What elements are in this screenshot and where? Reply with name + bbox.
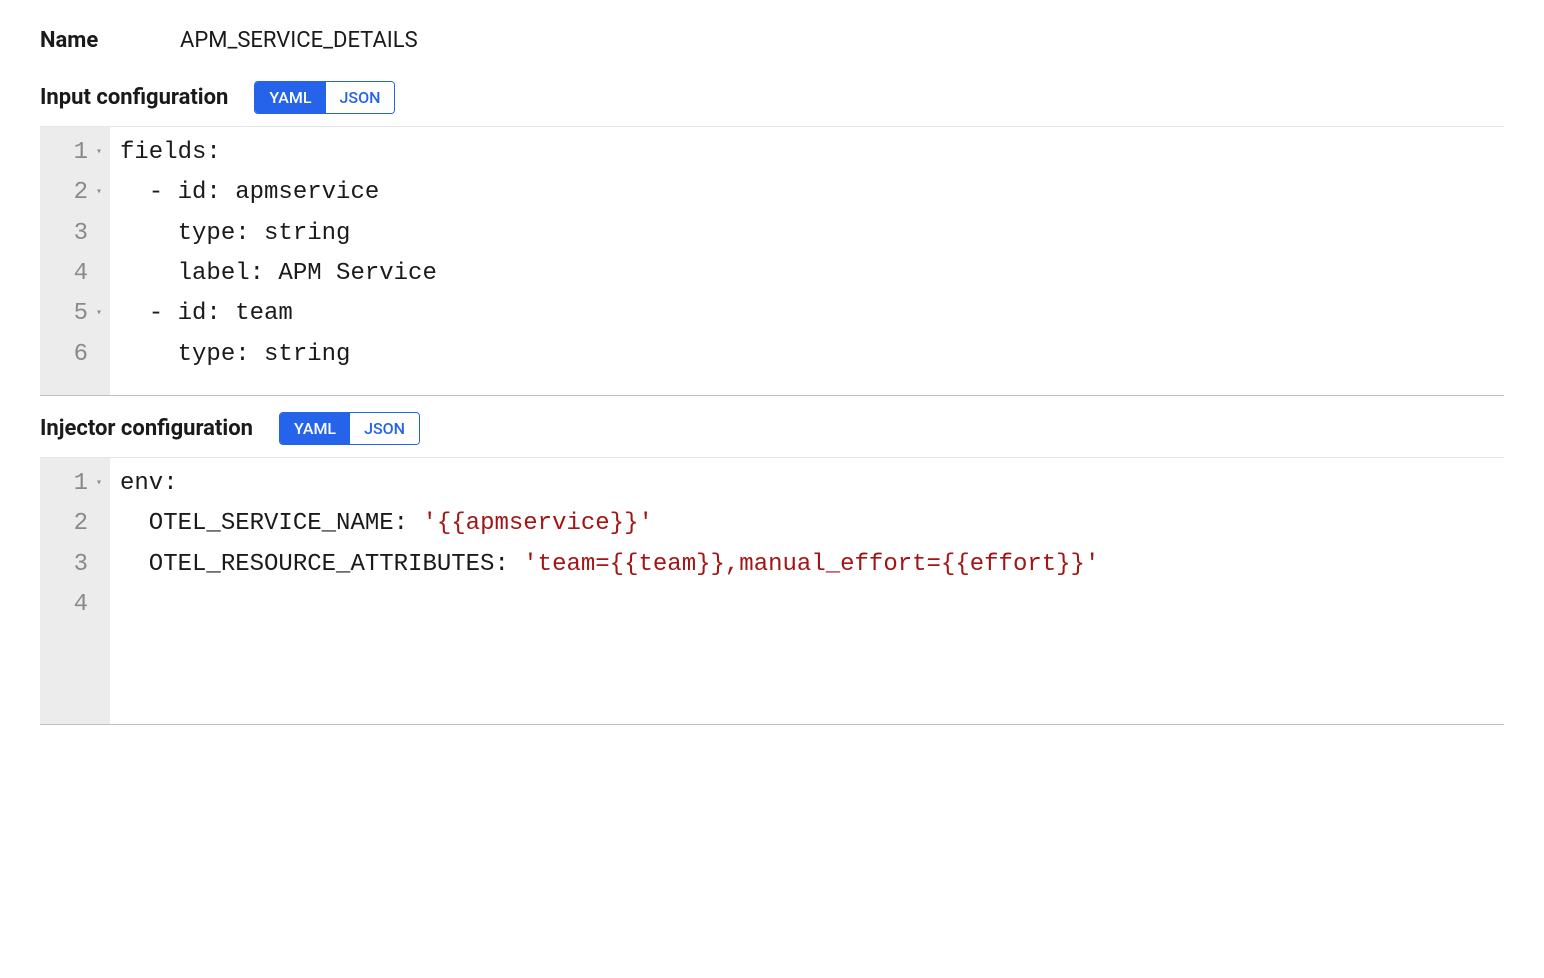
code-line: - id: team (120, 294, 1494, 334)
fold-icon[interactable]: ▾ (92, 185, 102, 202)
name-label: Name (40, 28, 180, 53)
injector-config-format-toggle: YAML JSON (279, 412, 420, 445)
code-line: fields: (120, 133, 1494, 173)
injector-config-code[interactable]: env: OTEL_SERVICE_NAME: '{{apmservice}}'… (110, 458, 1504, 724)
injector-config-gutter: 1▾234 (40, 458, 110, 724)
code-line: label: APM Service (120, 254, 1494, 294)
line-number: 5▾ (54, 294, 102, 334)
line-number: 4 (54, 585, 102, 625)
code-line: OTEL_RESOURCE_ATTRIBUTES: 'team={{team}}… (120, 545, 1494, 585)
name-row: Name APM_SERVICE_DETAILS (40, 28, 1504, 53)
input-config-gutter: 1▾2▾345▾6 (40, 127, 110, 395)
input-config-code[interactable]: fields: - id: apmservice type: string la… (110, 127, 1504, 395)
injector-config-editor[interactable]: 1▾234 env: OTEL_SERVICE_NAME: '{{apmserv… (40, 457, 1504, 725)
input-config-json-button[interactable]: JSON (326, 82, 395, 113)
name-value: APM_SERVICE_DETAILS (180, 28, 418, 53)
input-config-editor[interactable]: 1▾2▾345▾6 fields: - id: apmservice type:… (40, 126, 1504, 396)
code-line: env: (120, 464, 1494, 504)
code-line: type: string (120, 214, 1494, 254)
line-number: 2 (54, 504, 102, 544)
fold-icon[interactable]: ▾ (92, 476, 102, 493)
input-config-header: Input configuration YAML JSON (40, 81, 1504, 114)
code-line: - id: apmservice (120, 173, 1494, 213)
line-number: 2▾ (54, 173, 102, 213)
injector-config-label: Injector configuration (40, 416, 253, 441)
injector-config-header: Injector configuration YAML JSON (40, 412, 1504, 445)
fold-icon[interactable]: ▾ (92, 306, 102, 323)
input-config-format-toggle: YAML JSON (254, 81, 395, 114)
line-number: 3 (54, 545, 102, 585)
injector-config-yaml-button[interactable]: YAML (280, 413, 350, 444)
injector-config-json-button[interactable]: JSON (350, 413, 419, 444)
input-config-label: Input configuration (40, 85, 228, 110)
line-number: 6 (54, 335, 102, 375)
line-number: 1▾ (54, 464, 102, 504)
line-number: 4 (54, 254, 102, 294)
input-config-yaml-button[interactable]: YAML (255, 82, 325, 113)
fold-icon[interactable]: ▾ (92, 145, 102, 162)
line-number: 1▾ (54, 133, 102, 173)
line-number: 3 (54, 214, 102, 254)
code-line (120, 585, 1494, 625)
code-line: type: string (120, 335, 1494, 375)
code-line: OTEL_SERVICE_NAME: '{{apmservice}}' (120, 504, 1494, 544)
